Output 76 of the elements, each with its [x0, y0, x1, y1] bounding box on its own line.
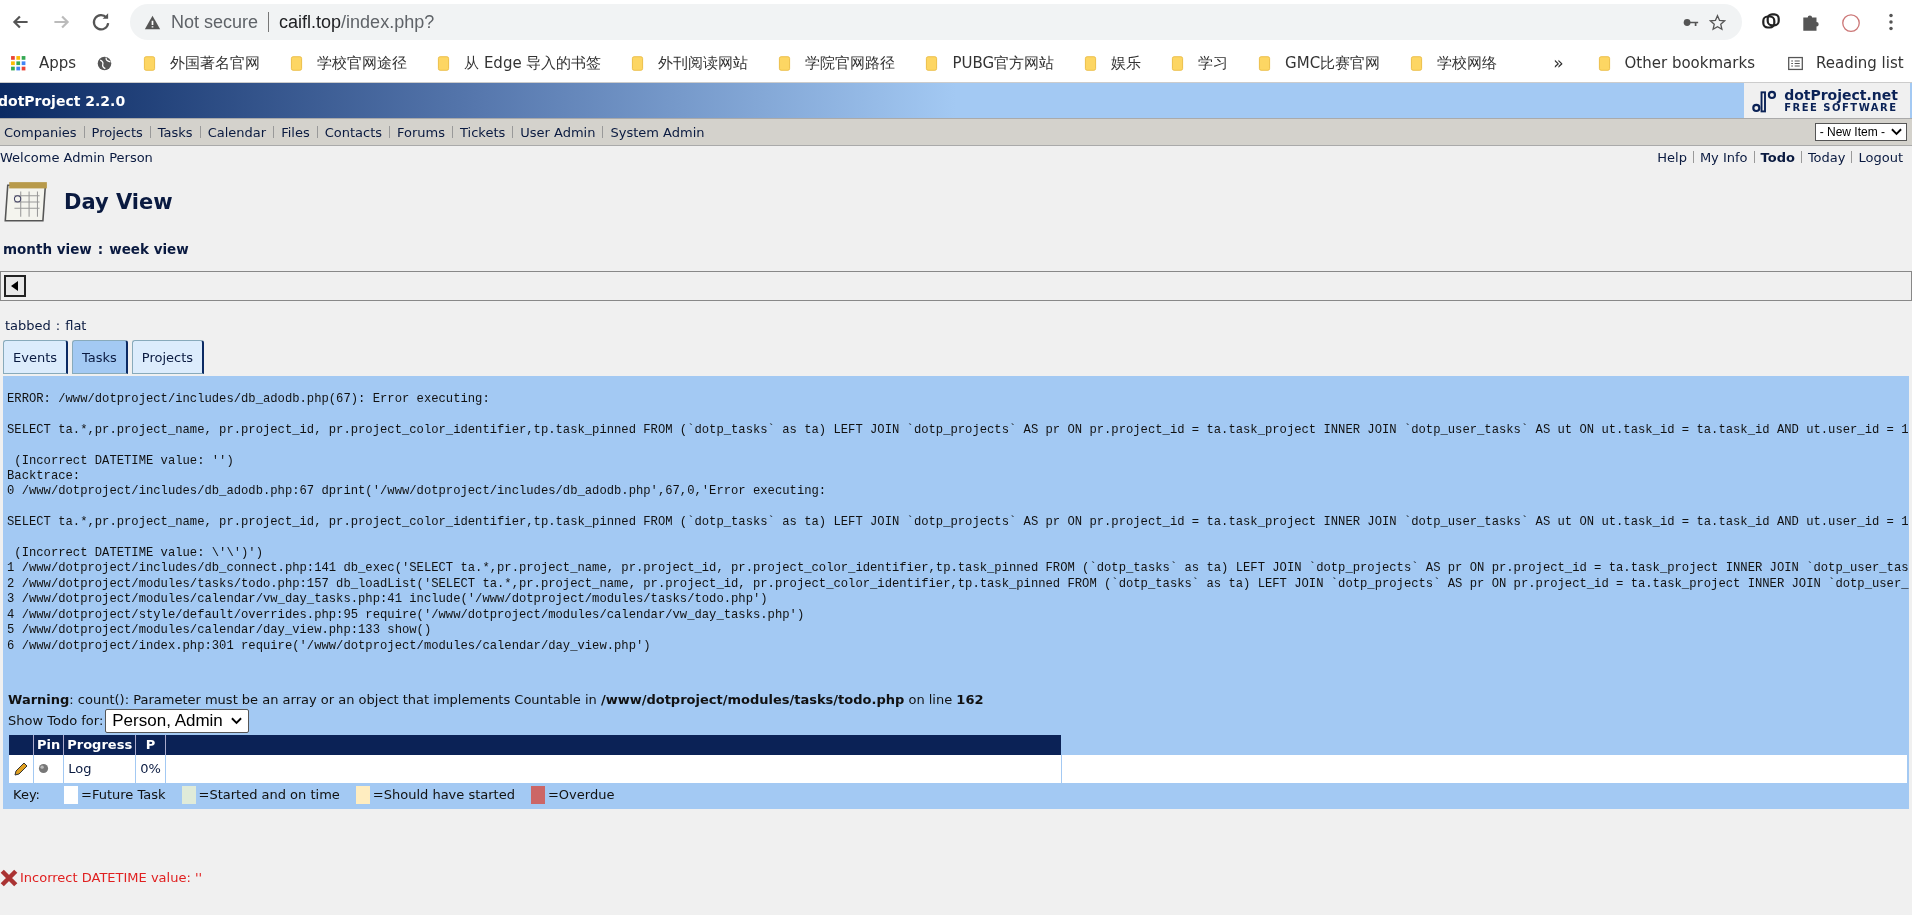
menu-link[interactable]: Companies [0, 124, 84, 140]
reading-list[interactable]: Reading list [1786, 54, 1904, 72]
display-mode-link[interactable]: flat [65, 318, 87, 336]
column-header: P [135, 734, 166, 755]
separator-text: : [97, 241, 104, 259]
bookmark-folder[interactable]: 学习 [1169, 53, 1229, 73]
key-label: =Started and on time [198, 787, 340, 803]
logo-tagline: FREE SOFTWARE [1784, 102, 1898, 114]
view-link[interactable]: week view [109, 241, 189, 263]
new-item-dropdown[interactable]: - New Item - [1814, 123, 1907, 141]
error-message: Incorrect DATETIME value: '' [20, 870, 203, 886]
bookmark-folder[interactable]: 外国著名官网 [141, 53, 261, 73]
chevron-down-icon [1891, 128, 1902, 136]
error-output: ERROR: /www/dotproject/includes/db_adodb.php(67): Error executing: SELECT ta.*,pr.project_name, pr.project_id, pr.project_color_identifier,tp.task_pinned FROM (`dotp_tasks` as ta) LEFT JOIN `dotp_projects` AS pr ON pr.project_id = ta.task_project INNER JOIN `dotp_user_tasks` AS ut ON ut.task_id = ta.task_id AND ut.user_id = 1 (Incorrect DATETIME value: '') Backtrace: 0 /www/dotproject/includes/db_adodb.php:67 dprint('/www/dotproject/includes/db_adodb.php',67,0,'Error executing: SELECT ta.*,pr.project_name, pr.project_id, pr.project_color_identifier,tp.task_pinned FROM (`dotp_tasks` as ta) LEFT JOIN `dotp_projects` AS pr ON pr.project_id = ta.task_project INNER JOIN `dotp_user_tasks` AS ut ON ut.task_id = ta.task_id AND ut.user_id = 1 (Incorrect DATETIME value: \'\')') 1 /www/dotproject/includes/db_connect.php:141 db_exec('SELECT ta.*,pr.project_name, pr.project_id, pr.project_color_identifier,tp.task_pinned FROM (`dotp_tasks` as ta) LEFT JOIN `dotp_projects` AS pr ON pr.project_id = ta.task_project INNER JOIN `dotp_user_tas 2 /www/dotproject/modules/tasks/todo.php:157 db_loadList('SELECT ta.*,pr.project_name, pr.project_id, pr.project_color_identifier,tp.task_pinned FROM (`dotp_tasks` as ta) LEFT JOIN `dotp_projects` AS pr ON pr.project_id = ta.task_project INNER JOIN `dotp_user_ 3 /www/dotproject/modules/calendar/vw_day_tasks.php:41 include('/www/dotproject/modules/tasks/todo.php') 4 /www/dotproject/style/default/overrides.php:95 require('/www/dotproject/modules/calendar/vw_day_tasks.php') 5 /www/dotproject/modules/calendar/day_view.php:133 show() 6 /www/dotproject/index.php:301 require('/www/dotproject/modules/calendar/day_view.php') [7, 392, 1909, 654]
reload-icon[interactable] [90, 11, 112, 33]
menu-link[interactable]: Tickets [453, 124, 513, 140]
user-link[interactable]: Logout [1852, 149, 1909, 165]
user-link[interactable]: Help [1651, 149, 1693, 165]
separator-text: : [55, 318, 61, 335]
key-label: Key: [13, 787, 40, 803]
avatar-icon[interactable] [1840, 11, 1862, 33]
menu-link[interactable]: Files [274, 124, 317, 140]
user-link[interactable]: Today [1801, 149, 1852, 165]
bookmark-folder[interactable]: 学校官网途径 [288, 53, 408, 73]
display-mode-link[interactable]: tabbed [5, 318, 51, 336]
pencil-icon[interactable] [13, 760, 29, 777]
person-select[interactable]: Person, Admin [105, 708, 249, 733]
dotproject-logo[interactable]: dotProject.net FREE SOFTWARE [1744, 83, 1910, 118]
log-link[interactable]: Log [68, 761, 92, 777]
menu-link[interactable]: User Admin [513, 124, 603, 140]
security-label: Not secure [171, 11, 259, 33]
more-bookmarks-button[interactable]: » [1553, 53, 1564, 73]
key-label: =Future Task [81, 787, 166, 803]
menu-link[interactable]: Forums [390, 124, 452, 140]
star-icon[interactable] [1709, 13, 1726, 31]
url-text: caifl.top/index.php? [279, 11, 435, 33]
apps-bookmark[interactable]: Apps [10, 54, 77, 72]
user-link[interactable]: Todo [1754, 149, 1801, 165]
tab[interactable]: Tasks [72, 340, 128, 374]
bookmark-folder[interactable]: 外刊阅读网站 [629, 53, 749, 73]
globe-icon[interactable] [96, 54, 114, 72]
welcome-text: Welcome Admin Person [0, 149, 153, 165]
show-todo-label: Show Todo for: [8, 713, 104, 729]
tab[interactable]: Projects [131, 340, 205, 374]
menu-link[interactable]: System Admin [603, 124, 712, 140]
address-bar[interactable]: Not secure caifl.top/index.php? [130, 4, 1742, 40]
warning-text: Warning: count(): Parameter must be an array or an object that implements Countable in /www/dotproject/modules/tasks/todo.php on line 162 [8, 691, 985, 707]
calendar-icon [4, 179, 50, 225]
pin-dot-icon[interactable] [38, 763, 49, 775]
apps-grid-icon [10, 54, 27, 72]
bookmark-folder[interactable]: 学校网络 [1408, 53, 1498, 73]
user-link[interactable]: My Info [1693, 149, 1754, 165]
menu-link[interactable]: Tasks [150, 124, 200, 140]
chevron-down-icon [230, 716, 242, 725]
page-title: Day View [64, 190, 173, 214]
previous-day-button[interactable] [4, 275, 26, 297]
triangle-left-icon [11, 281, 19, 291]
menu-link[interactable]: Calendar [200, 124, 274, 140]
tab[interactable]: Events [3, 340, 68, 374]
warning-icon [144, 13, 161, 31]
menu-link[interactable]: Projects [84, 124, 150, 140]
logo-name: dotProject.net [1784, 87, 1898, 103]
menu-link[interactable]: Contacts [317, 124, 389, 140]
bookmark-folder[interactable]: 从 Edge 导入的书签 [435, 53, 602, 73]
bookmark-folder[interactable]: 学院官网路径 [776, 53, 896, 73]
key-label: =Should have started [372, 787, 515, 803]
column-header: Pin [33, 734, 64, 755]
column-header: Progress [63, 734, 136, 755]
list-icon [1786, 54, 1804, 72]
bookmark-folder[interactable]: GMC比赛官网 [1256, 53, 1381, 73]
bookmark-folder[interactable]: 娱乐 [1082, 53, 1142, 73]
bookmark-folder[interactable]: PUBG官方网站 [923, 53, 1055, 73]
view-link[interactable]: month view [3, 241, 92, 263]
key-label: =Overdue [547, 787, 615, 803]
error-x-icon [0, 868, 18, 887]
other-bookmarks[interactable]: Other bookmarks [1595, 54, 1755, 72]
